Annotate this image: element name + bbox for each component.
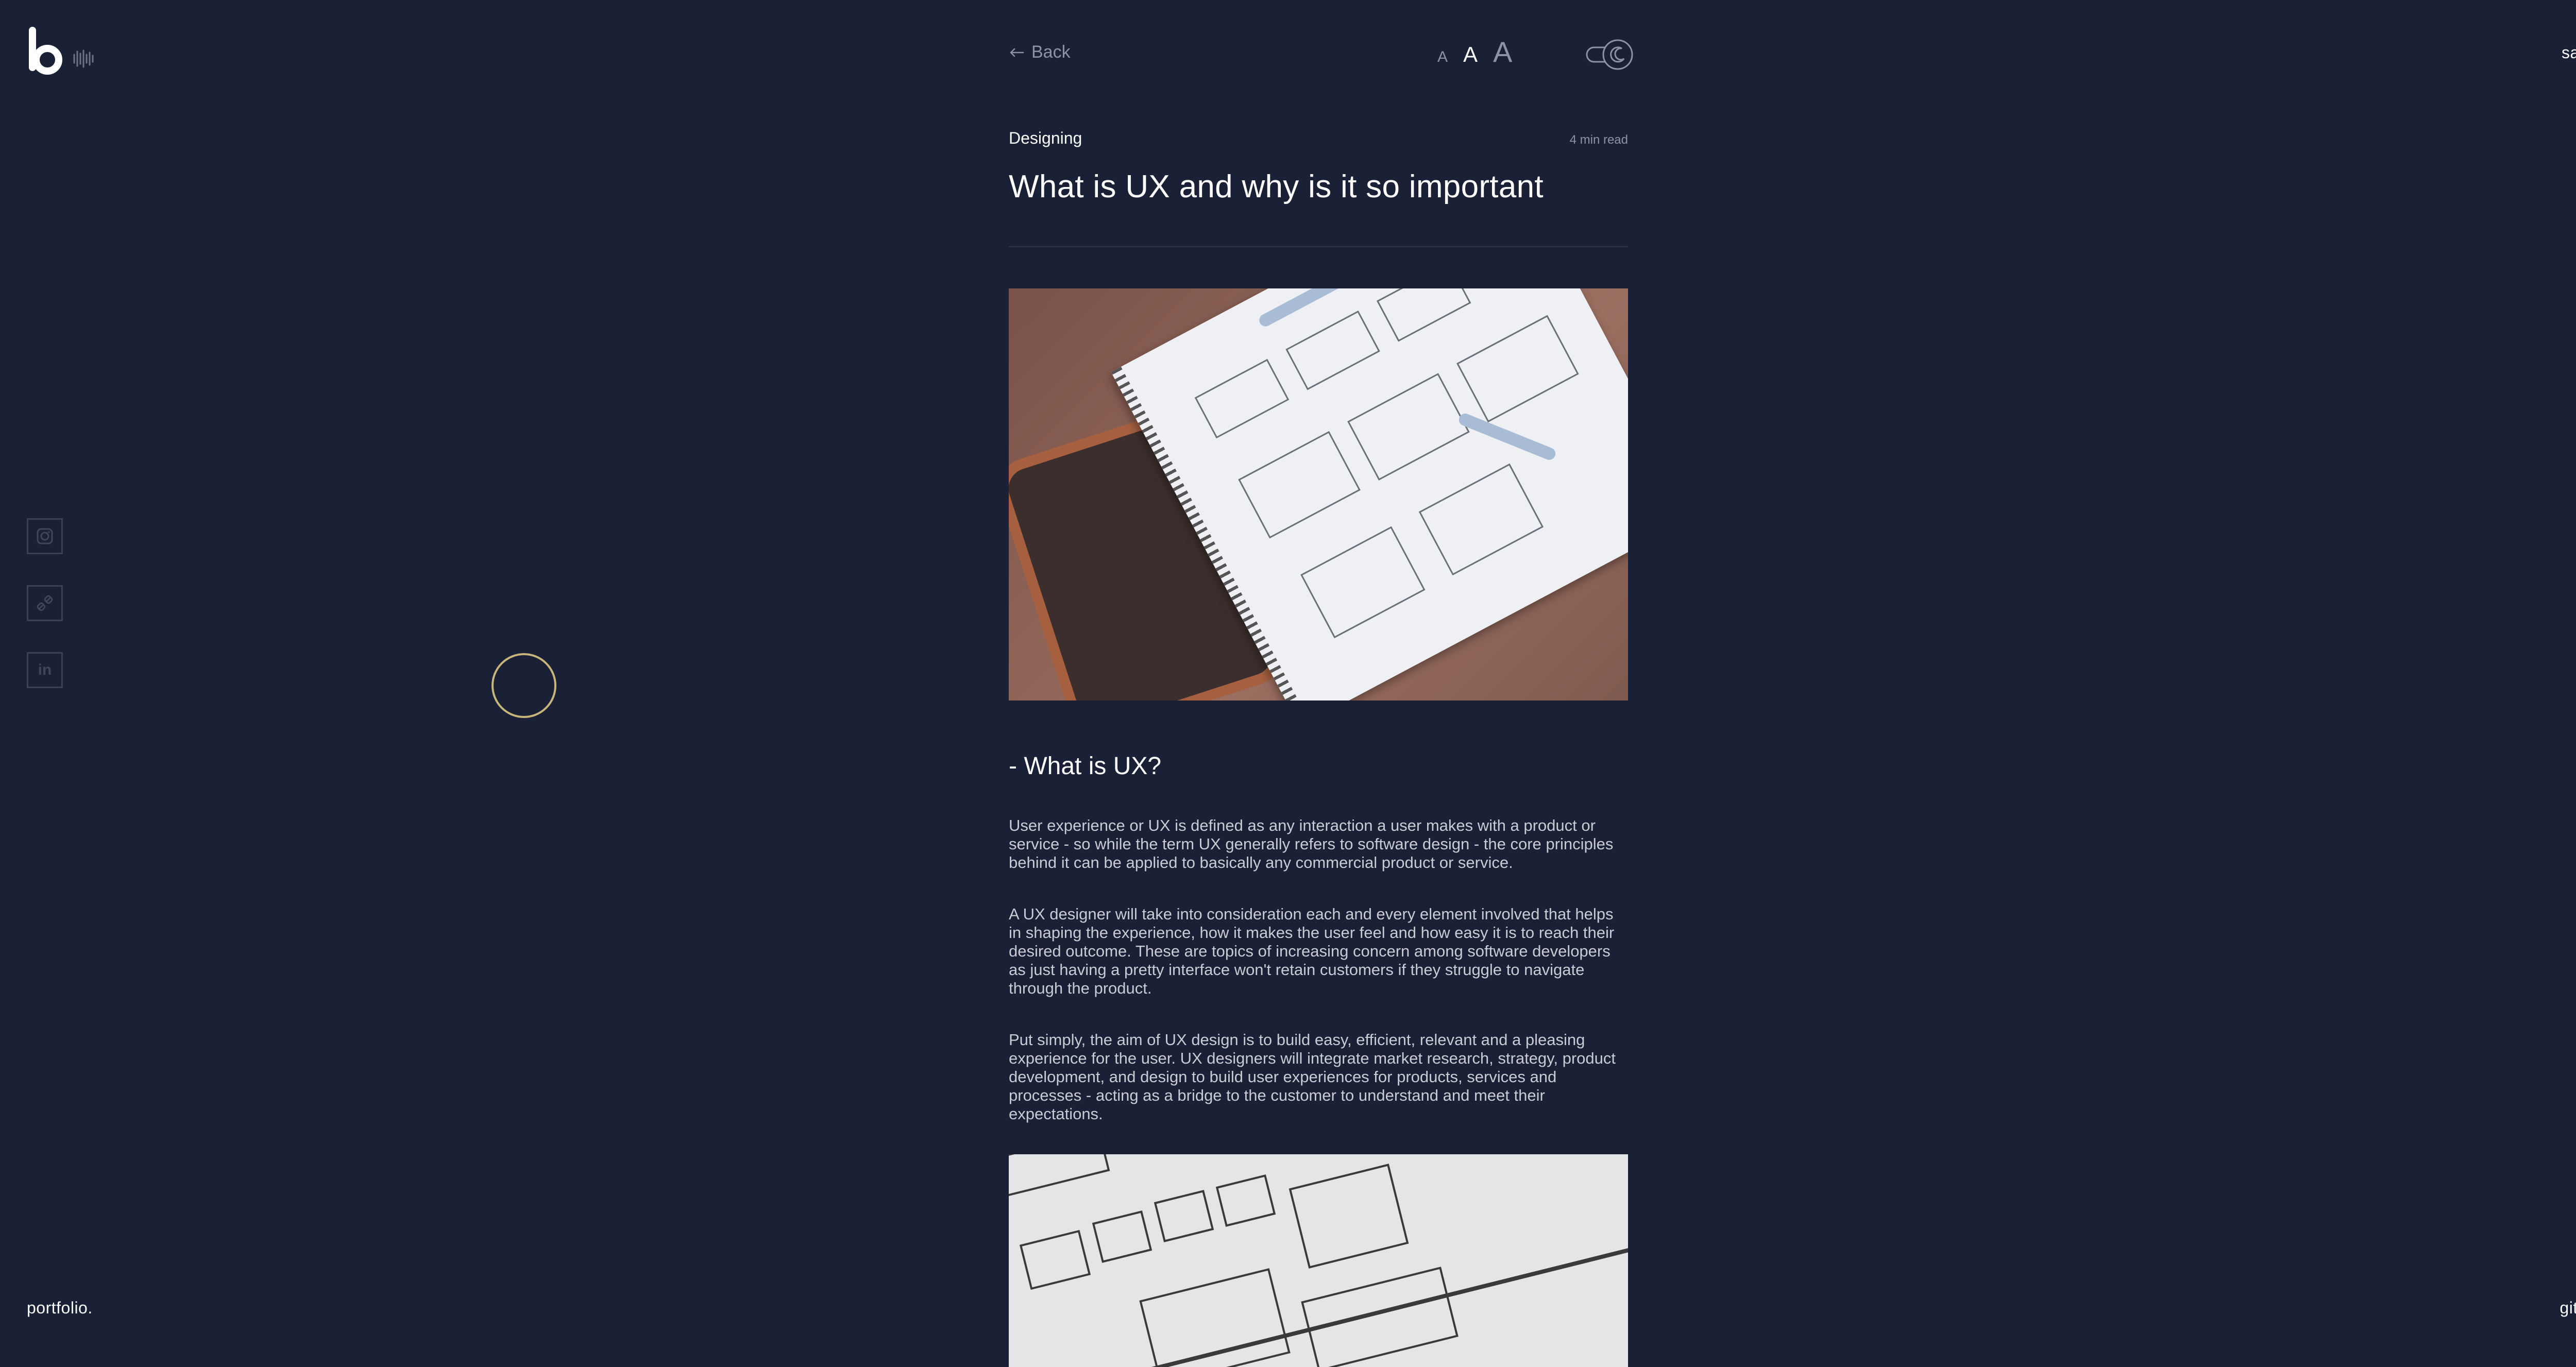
- article: Designing 4 min read What is UX and why …: [1009, 129, 1628, 1367]
- paragraph: Put simply, the aim of UX design is to b…: [1009, 1031, 1616, 1123]
- instagram-icon: [37, 528, 53, 544]
- paragraph: User experience or UX is defined as any …: [1009, 816, 1614, 872]
- logo-b-icon: [29, 27, 94, 75]
- cursor-ring: [492, 653, 556, 718]
- linkedin-icon: in: [38, 661, 52, 678]
- arrow-left-icon: [1010, 48, 1024, 57]
- logo[interactable]: [27, 27, 99, 76]
- article-meta: Designing 4 min read: [1009, 129, 1628, 148]
- page: say hi. portfolio. github. in Back A A A: [0, 0, 2576, 1367]
- font-size-switcher: A A A: [1437, 35, 1512, 69]
- link-button[interactable]: [27, 585, 63, 621]
- theme-toggle[interactable]: [1586, 37, 1635, 72]
- say-hi-link[interactable]: say hi.: [2562, 43, 2576, 62]
- link-icon: [37, 595, 53, 611]
- back-label: Back: [1031, 42, 1071, 62]
- moon-icon: [1586, 39, 1633, 70]
- instagram-button[interactable]: [27, 518, 63, 554]
- linkedin-button[interactable]: in: [27, 652, 63, 688]
- font-size-small-button[interactable]: A: [1437, 48, 1448, 66]
- wireframe-image: [1009, 1154, 1628, 1367]
- github-link[interactable]: github.: [2560, 1298, 2576, 1318]
- divider: [1009, 246, 1628, 247]
- article-title: What is UX and why is it so important: [1009, 169, 1544, 204]
- section-heading: - What is UX?: [1009, 753, 1162, 780]
- paragraph: A UX designer will take into considerati…: [1009, 905, 1615, 997]
- hero-image: [1009, 288, 1628, 700]
- font-size-large-button[interactable]: A: [1493, 35, 1512, 69]
- back-button[interactable]: Back: [1009, 42, 1071, 62]
- font-size-medium-button[interactable]: A: [1463, 42, 1478, 67]
- read-time: 4 min read: [1569, 133, 1628, 147]
- portfolio-link[interactable]: portfolio.: [27, 1298, 93, 1318]
- article-category[interactable]: Designing: [1009, 129, 1082, 148]
